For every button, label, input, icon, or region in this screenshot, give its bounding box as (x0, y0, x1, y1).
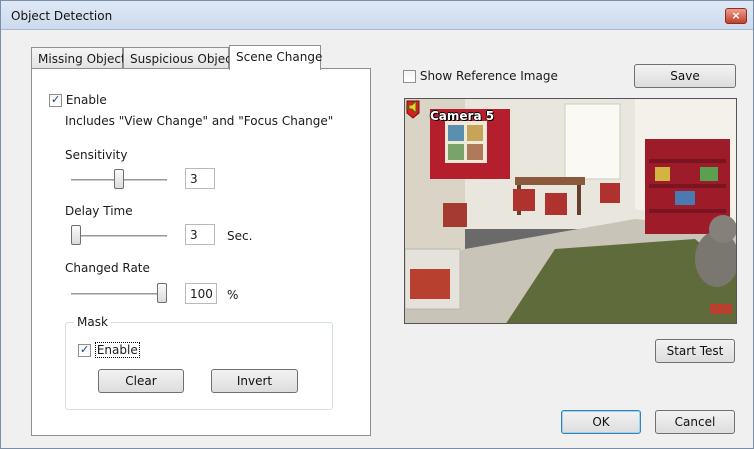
camera-label: Camera 5 (430, 109, 495, 123)
mask-enable-label: Enable (94, 342, 140, 358)
cancel-button[interactable]: Cancel (655, 410, 735, 434)
start-test-button[interactable]: Start Test (655, 339, 735, 363)
ok-button[interactable]: OK (561, 410, 641, 434)
slider-thumb[interactable] (71, 225, 81, 245)
window-title: Object Detection (11, 9, 113, 23)
slider-thumb[interactable] (114, 169, 124, 189)
slider-track (71, 293, 167, 295)
invert-mask-button[interactable]: Invert (211, 369, 298, 393)
show-reference-row[interactable]: Show Reference Image (403, 69, 558, 83)
tab-scene-change[interactable]: Scene Change (229, 45, 323, 70)
tab-missing-object[interactable]: Missing Object (31, 47, 126, 69)
changed-rate-value[interactable]: 100 (185, 283, 217, 304)
enable-checkbox[interactable] (49, 93, 62, 107)
tab-label: Missing Object (38, 52, 126, 66)
delay-time-label: Delay Time (65, 204, 133, 218)
enable-row[interactable]: Enable (49, 93, 107, 107)
delay-time-slider[interactable] (71, 225, 167, 247)
camera-scene-image (405, 99, 736, 323)
title-bar: Object Detection × (1, 1, 753, 30)
changed-rate-unit: % (227, 288, 239, 302)
tab-suspicious-object[interactable]: Suspicious Object (123, 47, 236, 69)
change-description: Includes "View Change" and "Focus Change… (65, 114, 334, 128)
clear-mask-button[interactable]: Clear (98, 369, 184, 393)
delay-time-unit: Sec. (227, 229, 253, 243)
object-detection-dialog: Object Detection × Missing Object Suspic… (0, 0, 754, 449)
sensitivity-slider[interactable] (71, 169, 167, 191)
show-reference-checkbox[interactable] (403, 70, 416, 83)
enable-label: Enable (65, 93, 107, 107)
changed-rate-label: Changed Rate (65, 261, 150, 275)
show-reference-label: Show Reference Image (419, 69, 558, 83)
slider-thumb[interactable] (157, 283, 167, 303)
dialog-content: Missing Object Suspicious Object Scene C… (5, 30, 750, 447)
sensitivity-value[interactable]: 3 (185, 168, 215, 189)
speaker-icon[interactable] (405, 99, 421, 115)
sensitivity-label: Sensitivity (65, 148, 128, 162)
delay-time-value[interactable]: 3 (185, 224, 215, 245)
tab-label: Scene Change (236, 50, 323, 64)
close-icon: × (731, 9, 741, 22)
changed-rate-slider[interactable] (71, 283, 167, 305)
scene-change-panel: Enable Includes "View Change" and "Focus… (31, 68, 371, 436)
camera-preview[interactable]: Camera 5 (404, 98, 737, 324)
mask-group-title: Mask (74, 315, 111, 329)
tab-label: Suspicious Object (130, 52, 237, 66)
save-button[interactable]: Save (634, 64, 736, 88)
slider-track (71, 235, 167, 237)
mask-enable-row[interactable]: Enable (78, 342, 140, 358)
mask-enable-checkbox[interactable] (78, 343, 91, 357)
close-button[interactable]: × (725, 8, 747, 24)
mask-group: Mask Enable Clear Invert (65, 315, 333, 410)
